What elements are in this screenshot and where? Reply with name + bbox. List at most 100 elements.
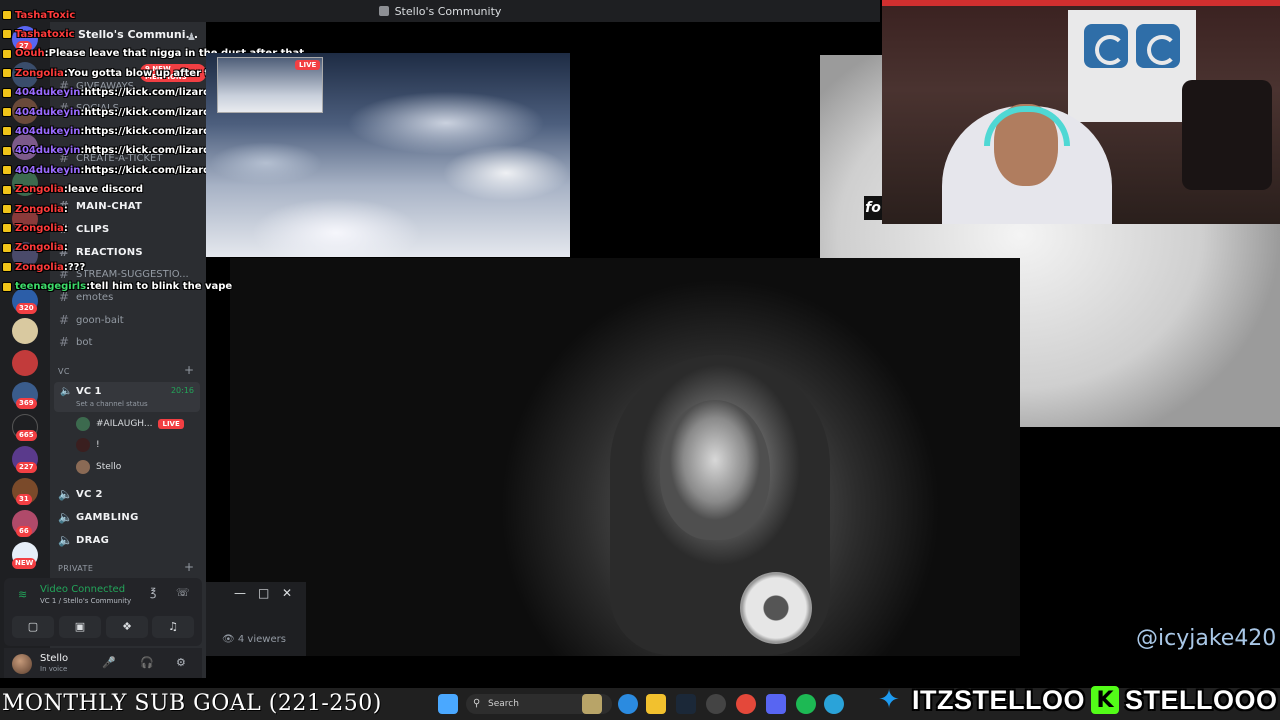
live-badge: LIVE	[295, 60, 321, 70]
chat-text: https://kick.com/lizard	[84, 125, 211, 137]
steam-icon[interactable]	[676, 694, 696, 714]
voice-channel-gambling[interactable]: 🔈 GAMBLING	[58, 507, 198, 527]
chat-message: 404dukeyin: https://kick.com/lizard	[2, 161, 210, 179]
vape-object	[740, 572, 812, 644]
chat-badge-icon	[2, 281, 12, 292]
obs-icon[interactable]	[706, 694, 726, 714]
noise-icon[interactable]: ℥	[150, 586, 156, 599]
signal-icon[interactable]: ≋	[18, 588, 27, 601]
chat-message: 404dukeyin: https://kick.com/lizard	[2, 84, 210, 102]
chat-username: 404dukeyin	[15, 164, 81, 176]
window-titlebar: Stello's Community	[0, 0, 880, 22]
voice-member[interactable]: #AILAUGH... LIVE	[76, 415, 184, 433]
chat-badge-icon	[2, 48, 12, 59]
chat-message: Zongolia: ???	[2, 258, 85, 276]
overlay-tag: fo	[864, 196, 882, 220]
speaker-icon: 🔈	[60, 386, 73, 397]
telegram-icon[interactable]	[824, 694, 844, 714]
chat-text: tell him to blink the vape	[90, 281, 233, 293]
discord-logo-icon	[378, 6, 389, 16]
category-private[interactable]: PRIVATE	[58, 564, 93, 573]
minimize-icon[interactable]: —	[234, 586, 246, 600]
chat-text: https://kick.com/lizard	[84, 164, 211, 176]
hash-icon: #	[58, 335, 70, 349]
mic-icon[interactable]: 🎤	[102, 656, 116, 669]
discord-icon[interactable]	[766, 694, 786, 714]
chrome-icon[interactable]	[736, 694, 756, 714]
gaming-chair	[1182, 80, 1272, 190]
clip-video[interactable]: LIVE	[206, 53, 570, 257]
chat-separator: :	[63, 203, 68, 215]
chat-badge-icon	[2, 204, 12, 214]
camera-toggle-button[interactable]: ▢	[12, 616, 54, 638]
chat-text: https://kick.com/lizard	[84, 87, 211, 99]
file-explorer-icon[interactable]	[646, 694, 666, 714]
channel-main-chat[interactable]: # MAIN-CHAT	[58, 196, 198, 216]
headphones-icon[interactable]: 🎧	[140, 656, 154, 669]
kick-handle: STELLOOO	[1125, 684, 1278, 715]
chat-username: 404dukeyin	[15, 125, 81, 137]
voice-channel-path[interactable]: VC 1 / Stello's Community	[40, 597, 131, 605]
chat-badge-icon	[2, 107, 12, 117]
chat-text: https://kick.com/lizard	[84, 145, 211, 157]
close-icon[interactable]: ✕	[282, 586, 292, 600]
streamer-webcam	[882, 0, 1280, 224]
voice-member[interactable]: Stello	[76, 458, 121, 476]
windows-start-icon[interactable]	[438, 694, 458, 714]
sub-goal-text: MONTHLY SUB GOAL (221-250)	[2, 691, 382, 716]
plus-icon[interactable]: +	[184, 363, 194, 377]
unread-badge: 369	[16, 398, 37, 409]
chat-username: Zongolia	[15, 242, 64, 254]
chat-badge-icon	[2, 87, 12, 98]
avatar	[76, 417, 90, 431]
gear-icon[interactable]: ⚙	[176, 656, 186, 669]
add-user-icon[interactable]: ♟	[187, 32, 196, 43]
voice-channel-drag[interactable]: 🔈 DRAG	[58, 530, 198, 550]
twitter-handle: ITZSTELLOO	[912, 684, 1085, 715]
voice-channel-vc2[interactable]: 🔈 VC 2	[58, 484, 198, 504]
plus-icon[interactable]: +	[184, 560, 194, 574]
chat-message: TashaToxic	[2, 6, 75, 24]
maximize-icon[interactable]: □	[258, 586, 269, 600]
chat-message: Tashatoxic	[2, 25, 75, 43]
channel-goon-bait[interactable]: # goon-bait	[58, 310, 198, 330]
chat-username: TashaToxic	[15, 9, 76, 21]
chat-username: Zongolia	[15, 261, 64, 273]
chat-badge-icon	[2, 262, 12, 273]
server-icon[interactable]	[12, 318, 38, 344]
chat-username: teenagegirls	[15, 281, 87, 293]
voice-member[interactable]: !	[76, 436, 100, 454]
channel-clips[interactable]: # CLIPS	[58, 219, 198, 239]
soundboard-button[interactable]: ♫	[152, 616, 194, 638]
chat-badge-icon	[2, 29, 12, 40]
avatar[interactable]	[12, 654, 32, 674]
chat-text: leave discord	[67, 184, 144, 196]
chat-text: You gotta blow up after that	[67, 67, 228, 79]
server-icon[interactable]	[12, 350, 38, 376]
chat-badge-icon	[2, 184, 12, 195]
chat-text: https://kick.com/lizard	[84, 106, 211, 118]
edge-icon[interactable]	[618, 694, 638, 714]
chat-message: Zongolia:	[2, 239, 68, 257]
chat-username: 404dukeyin	[15, 87, 81, 99]
new-badge: NEW	[12, 558, 37, 569]
rgb-light-strip	[882, 0, 1280, 6]
disconnect-icon[interactable]: ☏	[176, 586, 190, 599]
chat-message: teenagegirls: tell him to blink the vape	[2, 278, 232, 296]
spotify-icon[interactable]	[796, 694, 816, 714]
window-title: Stello's Community	[394, 4, 502, 18]
category-vc[interactable]: VC	[58, 367, 70, 376]
chat-message: Zongolia:	[2, 219, 68, 237]
twitter-icon: ✦	[878, 685, 900, 715]
activities-button[interactable]: ❖	[106, 616, 148, 638]
channel-bot[interactable]: # bot	[58, 332, 198, 352]
screen-share-button[interactable]: ▣	[59, 616, 101, 638]
chat-message: 404dukeyin: https://kick.com/lizard	[2, 103, 210, 121]
unread-badge: 665	[16, 430, 37, 441]
banner-logo-icon	[1084, 24, 1128, 68]
chat-message: Zongolia: You gotta blow up after that	[2, 64, 228, 82]
weather-icon[interactable]	[582, 694, 602, 714]
voice-channel-vc1[interactable]: 🔈 VC 1 20:16 Set a channel status	[54, 382, 200, 412]
chat-username: Tashatoxic	[15, 28, 75, 40]
chat-text: ???	[67, 261, 86, 273]
